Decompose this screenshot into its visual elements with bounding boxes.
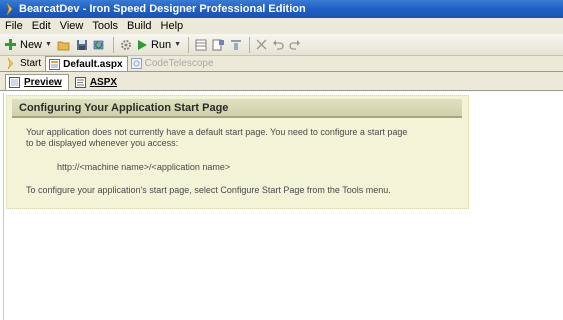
view-tab-strip: Preview ASPX bbox=[0, 72, 563, 91]
start-page-url: http://<machine name>/<application name> bbox=[57, 162, 231, 172]
tab-default-aspx[interactable]: Default.aspx bbox=[45, 56, 128, 71]
properties-icon bbox=[212, 39, 225, 51]
menu-build[interactable]: Build bbox=[124, 20, 157, 32]
delete-icon bbox=[256, 39, 267, 50]
start-page-icon bbox=[6, 58, 17, 69]
save-icon bbox=[76, 39, 88, 51]
refresh-icon bbox=[93, 39, 106, 51]
run-icon bbox=[137, 39, 148, 51]
iron-speed-logo-icon bbox=[3, 3, 15, 15]
code-telescope-icon bbox=[130, 58, 142, 69]
settings-button[interactable] bbox=[118, 36, 134, 54]
preview-icon bbox=[9, 77, 20, 88]
tab-default-aspx-label: Default.aspx bbox=[63, 58, 123, 70]
settings-icon bbox=[120, 39, 132, 51]
menu-tools[interactable]: Tools bbox=[89, 20, 124, 32]
save-button[interactable] bbox=[74, 36, 90, 54]
menu-view[interactable]: View bbox=[57, 20, 90, 32]
menu-edit[interactable]: Edit bbox=[29, 20, 57, 32]
tab-preview-label: Preview bbox=[24, 77, 62, 88]
aspx-source-icon bbox=[74, 76, 86, 88]
toolbar-separator bbox=[188, 36, 190, 53]
aspx-page-icon bbox=[49, 58, 61, 70]
window-title: BearcatDev - Iron Speed Designer Profess… bbox=[19, 3, 306, 15]
run-dropdown-caret-icon[interactable]: ▼ bbox=[174, 41, 181, 48]
new-dropdown-caret-icon[interactable]: ▼ bbox=[45, 41, 52, 48]
new-button[interactable]: New ▼ bbox=[2, 36, 54, 54]
open-folder-icon bbox=[57, 39, 71, 51]
align-button[interactable] bbox=[228, 36, 244, 54]
refresh-button[interactable] bbox=[91, 36, 108, 54]
plus-icon bbox=[4, 38, 17, 51]
tab-preview[interactable]: Preview bbox=[5, 74, 69, 90]
new-button-label: New bbox=[20, 38, 43, 51]
tab-codetelescope-label: CodeTelescope bbox=[144, 58, 214, 69]
canvas-border bbox=[3, 93, 4, 320]
undo-icon bbox=[272, 39, 284, 50]
notice-line-2: to be displayed whenever you access: bbox=[26, 138, 179, 148]
align-icon bbox=[230, 39, 242, 51]
document-tab-strip: Start Default.aspx CodeTelescope bbox=[0, 56, 563, 72]
layout-icon bbox=[195, 39, 207, 51]
open-button[interactable] bbox=[55, 36, 73, 54]
menu-bar: File Edit View Tools Build Help bbox=[0, 18, 563, 34]
menu-help[interactable]: Help bbox=[158, 20, 190, 32]
toolbar: New ▼ Run ▼ bbox=[0, 34, 563, 56]
redo-button[interactable] bbox=[287, 36, 303, 54]
title-bar: BearcatDev - Iron Speed Designer Profess… bbox=[0, 0, 563, 18]
layout-button[interactable] bbox=[193, 36, 209, 54]
notice-footer: To configure your application's start pa… bbox=[26, 185, 391, 195]
properties-button[interactable] bbox=[210, 36, 227, 54]
tab-start[interactable]: Start bbox=[3, 56, 45, 71]
tab-codetelescope[interactable]: CodeTelescope bbox=[128, 56, 218, 71]
notice-line-1: Your application does not currently have… bbox=[26, 127, 408, 137]
tab-aspx-label: ASPX bbox=[89, 76, 118, 88]
panel-header: Configuring Your Application Start Page bbox=[12, 99, 462, 118]
run-button-label: Run bbox=[150, 38, 172, 51]
tab-aspx[interactable]: ASPX bbox=[72, 74, 123, 90]
menu-file[interactable]: File bbox=[2, 20, 29, 32]
undo-button[interactable] bbox=[270, 36, 286, 54]
toolbar-separator bbox=[112, 36, 114, 53]
redo-icon bbox=[289, 39, 301, 50]
delete-button[interactable] bbox=[254, 36, 269, 54]
toolbar-separator bbox=[249, 36, 251, 53]
run-button[interactable]: Run ▼ bbox=[135, 36, 183, 54]
tab-start-label: Start bbox=[20, 58, 42, 69]
